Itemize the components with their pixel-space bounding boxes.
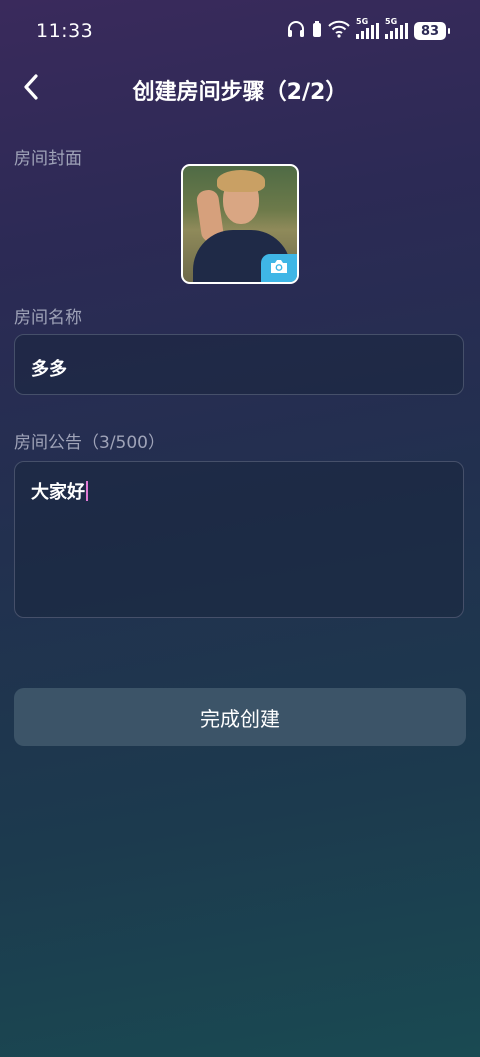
complete-create-button[interactable]: 完成创建	[14, 688, 466, 746]
header: 创建房间步骤（2/2）	[0, 62, 480, 116]
announcement-text-wrap: 大家好	[31, 478, 88, 504]
headphones-icon	[286, 20, 306, 42]
text-caret	[86, 481, 88, 501]
signal-icon: 5G	[356, 17, 379, 39]
announcement-textarea[interactable]: 大家好	[14, 461, 464, 618]
cover-label: 房间封面	[14, 149, 82, 169]
battery-saver-icon	[312, 20, 322, 42]
signal-label: 5G	[356, 17, 369, 26]
camera-button[interactable]	[261, 254, 297, 282]
status-time: 11:33	[36, 20, 94, 42]
signal-label: 5G	[385, 17, 398, 26]
wifi-icon	[328, 20, 350, 42]
battery-icon: 83	[414, 22, 450, 40]
announcement-value: 大家好	[31, 482, 85, 503]
status-icons: 5G 5G 83	[286, 17, 450, 42]
announcement-label: 房间公告（3/500）	[14, 433, 165, 453]
room-name-label: 房间名称	[14, 308, 82, 328]
room-name-value: 多多	[31, 359, 67, 380]
page-title: 创建房间步骤（2/2）	[132, 80, 348, 105]
cover-image-picker[interactable]	[181, 164, 299, 284]
status-bar: 11:33 5G 5G 83	[0, 0, 480, 62]
room-name-input[interactable]: 多多	[14, 334, 464, 395]
camera-icon	[270, 259, 288, 278]
signal-icon: 5G	[385, 17, 408, 39]
